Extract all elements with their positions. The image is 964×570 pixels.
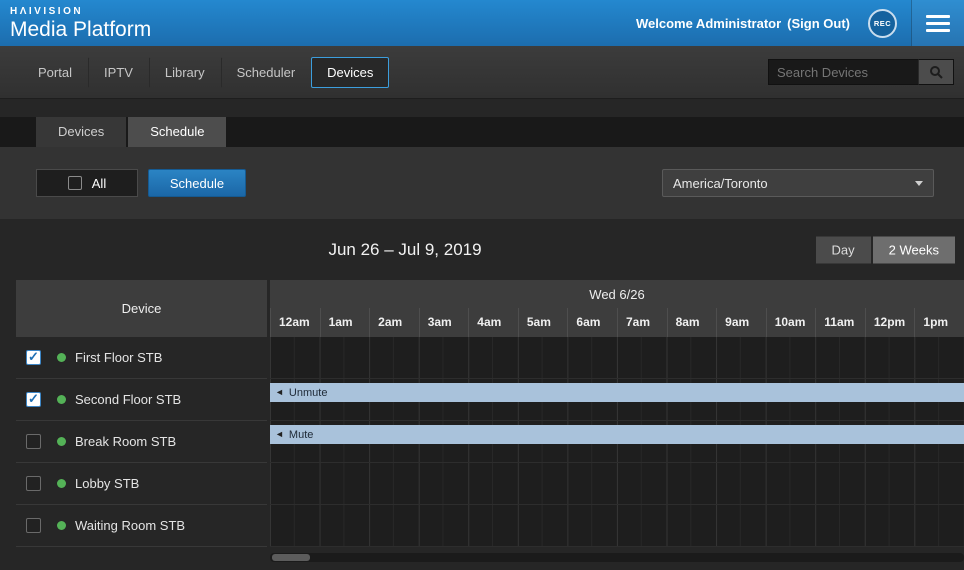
schedule-toolbar: All Schedule America/Toronto: [0, 147, 964, 219]
status-dot: [57, 521, 66, 530]
date-range-row: Jun 26 – Jul 9, 2019 Day 2 Weeks: [0, 219, 964, 280]
date-range-title: Jun 26 – Jul 9, 2019: [328, 240, 481, 260]
timeline-scrollbar-row: [16, 553, 964, 562]
timeline-header: Wed 6/26 12am 1am 2am 3am 4am 5am 6am 7a…: [270, 280, 964, 337]
view-day-button[interactable]: Day: [816, 236, 871, 263]
hour-label: 12am: [270, 308, 320, 337]
device-name: First Floor STB: [75, 350, 162, 365]
welcome-text: Welcome Administrator: [636, 16, 781, 31]
device-row: Lobby STB: [16, 463, 267, 505]
schedule-event[interactable]: ◄ Unmute: [270, 383, 964, 402]
select-all-button[interactable]: All: [36, 169, 138, 197]
hour-label: 9am: [716, 308, 766, 337]
timezone-value: America/Toronto: [673, 176, 768, 191]
hour-label: 1pm: [914, 308, 964, 337]
device-checkbox[interactable]: [26, 476, 41, 491]
schedule-button[interactable]: Schedule: [148, 169, 246, 197]
timezone-dropdown[interactable]: America/Toronto: [662, 169, 934, 197]
status-dot: [57, 437, 66, 446]
hour-label: 2am: [369, 308, 419, 337]
menu-icon[interactable]: [911, 0, 964, 46]
top-header: HΛIVISION Media Platform Welcome Adminis…: [0, 0, 964, 46]
timeline-row: ◄: [270, 505, 964, 547]
scrollbar-thumb[interactable]: [272, 554, 310, 561]
view-2weeks-button[interactable]: 2 Weeks: [873, 236, 955, 263]
brand-logo: HΛIVISION Media Platform: [0, 7, 151, 40]
tab-devices[interactable]: Devices: [36, 117, 126, 147]
status-dot: [57, 395, 66, 404]
brand-product: Media Platform: [10, 19, 151, 40]
tab-bar: Devices Schedule: [0, 117, 964, 147]
brand-name: HΛIVISION: [10, 7, 151, 17]
device-search: [768, 59, 954, 85]
device-name: Lobby STB: [75, 476, 139, 491]
hour-label: 5am: [518, 308, 568, 337]
search-input[interactable]: [768, 59, 918, 85]
all-checkbox[interactable]: [68, 176, 82, 190]
speaker-icon: ◄: [275, 430, 284, 439]
hour-label: 6am: [567, 308, 617, 337]
device-checkbox[interactable]: [26, 434, 41, 449]
device-row: First Floor STB: [16, 337, 267, 379]
timeline-row: ◄: [270, 337, 964, 379]
event-label: Unmute: [289, 387, 328, 399]
timeline-row: ◄: [270, 463, 964, 505]
nav-item-portal[interactable]: Portal: [22, 57, 88, 88]
event-label: Mute: [289, 429, 313, 441]
hour-label: 7am: [617, 308, 667, 337]
main-nav: Portal IPTV Library Scheduler Devices: [0, 46, 964, 99]
nav-item-iptv[interactable]: IPTV: [88, 57, 149, 88]
speaker-icon: ◄: [275, 388, 284, 397]
timeline-row: ◄ Unmute: [270, 379, 964, 421]
chevron-down-icon: [915, 181, 923, 186]
hour-label: 10am: [766, 308, 816, 337]
hour-label: 4am: [468, 308, 518, 337]
hour-labels: 12am 1am 2am 3am 4am 5am 6am 7am 8am 9am…: [270, 308, 964, 337]
header-right: Welcome Administrator (Sign Out) REC: [636, 0, 964, 46]
nav-item-library[interactable]: Library: [149, 57, 221, 88]
device-row: Waiting Room STB: [16, 505, 267, 547]
scrollbar-track: [270, 553, 964, 562]
hour-label: 8am: [667, 308, 717, 337]
search-icon: [929, 65, 944, 80]
nav-item-devices[interactable]: Devices: [311, 57, 389, 88]
schedule-event[interactable]: ◄ Mute: [270, 425, 964, 444]
sign-out-link[interactable]: (Sign Out): [787, 16, 850, 31]
timeline: Wed 6/26 12am 1am 2am 3am 4am 5am 6am 7a…: [270, 280, 964, 547]
all-label: All: [92, 176, 106, 191]
device-checkbox[interactable]: [26, 350, 41, 365]
tab-schedule[interactable]: Schedule: [128, 117, 226, 147]
device-column: Device First Floor STB Second Floor STB …: [16, 280, 267, 547]
scrollbar-spacer: [16, 553, 267, 562]
day-header: Wed 6/26: [270, 280, 964, 308]
device-name: Waiting Room STB: [75, 518, 185, 533]
hour-label: 12pm: [865, 308, 915, 337]
rec-badge: REC: [868, 9, 897, 38]
device-row: Second Floor STB: [16, 379, 267, 421]
status-dot: [57, 353, 66, 362]
hour-label: 3am: [419, 308, 469, 337]
nav-item-scheduler[interactable]: Scheduler: [221, 57, 312, 88]
device-name: Break Room STB: [75, 434, 176, 449]
hour-label: 11am: [815, 308, 865, 337]
device-checkbox[interactable]: [26, 392, 41, 407]
timeline-row: ◄ Mute: [270, 421, 964, 463]
status-dot: [57, 479, 66, 488]
schedule-grid: Device First Floor STB Second Floor STB …: [16, 280, 964, 547]
device-column-header: Device: [16, 280, 267, 337]
device-checkbox[interactable]: [26, 518, 41, 533]
hour-label: 1am: [320, 308, 370, 337]
device-row: Break Room STB: [16, 421, 267, 463]
search-button[interactable]: [918, 59, 954, 85]
view-switcher: Day 2 Weeks: [816, 236, 955, 263]
device-name: Second Floor STB: [75, 392, 181, 407]
